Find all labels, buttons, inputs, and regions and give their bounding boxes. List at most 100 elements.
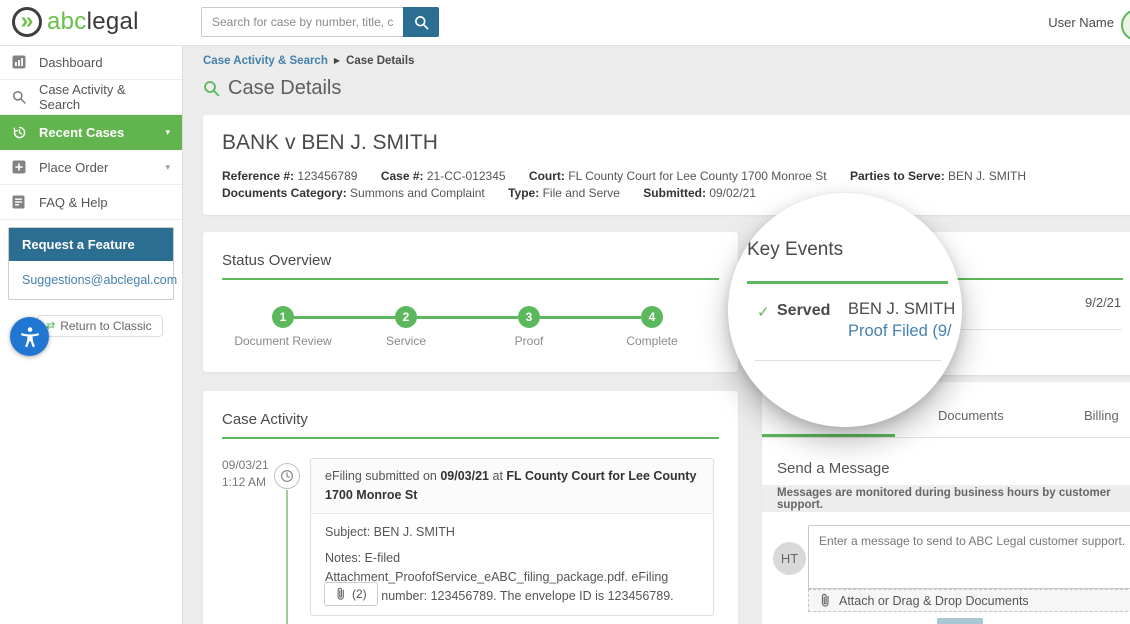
user-name[interactable]: User Name	[1048, 15, 1114, 30]
chevron-down-icon: ▾	[165, 162, 170, 173]
meta-label: Documents Category:	[222, 186, 347, 200]
key-events-title: Key Events	[747, 239, 843, 261]
accessibility-widget-button[interactable]	[10, 317, 49, 356]
breadcrumb: Case Activity & Search ▶ Case Details	[203, 55, 414, 67]
meta-value: 09/02/21	[709, 186, 756, 200]
key-event-date: 9/2/21	[1085, 295, 1121, 310]
panel-divider	[222, 278, 719, 280]
meta-value: 123456789	[297, 169, 357, 183]
meta-label: Submitted:	[643, 186, 706, 200]
send-message-title: Send a Message	[777, 460, 890, 477]
attach-dropzone[interactable]: Attach or Drag & Drop Documents	[808, 589, 1130, 612]
global-search	[201, 7, 439, 37]
tab-documents[interactable]: Documents	[938, 408, 1004, 423]
sidebar-item-dashboard[interactable]: Dashboard	[0, 45, 182, 80]
request-feature-box: Request a Feature Suggestions@abclegal.c…	[8, 227, 174, 300]
accessibility-icon	[18, 325, 42, 349]
meta-value: Summons and Complaint	[350, 186, 485, 200]
sidebar-item-label: Dashboard	[39, 55, 103, 70]
user-initials-avatar: HT	[773, 542, 806, 575]
attachments-button[interactable]: (2)	[324, 582, 378, 606]
sidebar-item-faq-help[interactable]: FAQ & Help	[0, 185, 182, 220]
step-label: Document Review	[218, 334, 348, 348]
step-circle-1: 1	[272, 306, 294, 328]
event-subject: Subject: BEN J. SMITH	[325, 525, 699, 539]
page-title: Case Details	[203, 77, 341, 100]
chevron-down-icon: ▾	[165, 127, 170, 138]
check-icon: ✓	[757, 303, 770, 321]
request-feature-title: Request a Feature	[9, 228, 173, 261]
case-meta: Reference #: 123456789 Case #: 21-CC-012…	[222, 168, 1125, 202]
step-label: Service	[341, 334, 471, 348]
meta-value: BEN J. SMITH	[948, 169, 1026, 183]
tab-billing[interactable]: Billing	[1084, 408, 1119, 423]
message-notice: Messages are monitored during business h…	[762, 485, 1130, 512]
paperclip-icon	[819, 593, 831, 608]
sidebar-item-recent-cases[interactable]: Recent Cases ▾	[0, 115, 182, 150]
activity-timestamp: 09/03/21 1:12 AM	[222, 457, 269, 491]
plus-square-icon	[12, 160, 29, 174]
breadcrumb-parent-link[interactable]: Case Activity & Search	[203, 55, 328, 67]
meta-label: Court:	[529, 169, 565, 183]
sidebar-item-label: Place Order	[39, 160, 108, 175]
meta-value: FL County Court for Lee County 1700 Monr…	[568, 169, 826, 183]
search-icon	[414, 15, 429, 30]
logo-chevron-icon: »	[12, 7, 42, 37]
case-meta-row2: Documents Category: Summons and Complain…	[222, 185, 1125, 202]
document-icon	[12, 195, 29, 209]
sidebar-item-place-order[interactable]: Place Order ▾	[0, 150, 182, 185]
breadcrumb-arrow-icon: ▶	[334, 56, 340, 65]
step-connector	[540, 316, 641, 319]
logo-wordmark: abclegal	[47, 8, 139, 36]
row-divider	[755, 360, 941, 361]
status-overview-title: Status Overview	[222, 252, 331, 269]
search-input[interactable]	[201, 7, 403, 37]
message-input[interactable]	[808, 525, 1130, 589]
meta-label: Type:	[508, 186, 539, 200]
status-overview-panel: Status Overview 1 2 3 4 Document Review …	[203, 232, 738, 372]
suggestions-email-link[interactable]: Suggestions@abclegal.com	[22, 273, 177, 287]
active-tab-indicator	[762, 434, 895, 437]
step-circle-2: 2	[395, 306, 417, 328]
meta-label: Reference #:	[222, 169, 294, 183]
send-button[interactable]	[937, 618, 983, 624]
attach-dropzone-label: Attach or Drag & Drop Documents	[839, 594, 1029, 608]
event-headline: eFiling submitted on 09/03/21 at FL Coun…	[311, 459, 713, 514]
meta-label: Parties to Serve:	[850, 169, 945, 183]
activity-date: 09/03/21	[222, 457, 269, 474]
sidebar-nav: Dashboard Case Activity & Search Recent …	[0, 45, 183, 624]
top-header: » abclegal User Name	[0, 0, 1130, 46]
search-button[interactable]	[403, 7, 439, 37]
case-title: BANK v BEN J. SMITH	[222, 131, 438, 155]
panel-divider	[222, 437, 719, 439]
activity-event-card: eFiling submitted on 09/03/21 at FL Coun…	[310, 458, 714, 616]
case-header-card: BANK v BEN J. SMITH Reference #: 1234567…	[203, 115, 1130, 215]
step-circle-3: 3	[518, 306, 540, 328]
served-person: BEN J. SMITH	[848, 300, 955, 319]
panel-divider	[747, 281, 948, 284]
abclegal-logo[interactable]: » abclegal	[12, 7, 139, 37]
avatar[interactable]	[1121, 9, 1130, 41]
dashboard-icon	[12, 55, 29, 69]
app-root: » abclegal User Name Dashboard Case A	[0, 0, 1130, 624]
search-icon	[12, 90, 29, 104]
step-circle-4: 4	[641, 306, 663, 328]
activity-time: 1:12 AM	[222, 474, 269, 491]
step-label: Complete	[587, 334, 717, 348]
proof-filed-link[interactable]: Proof Filed (9/	[848, 322, 952, 341]
sidebar-item-label: Case Activity & Search	[39, 82, 170, 112]
history-icon	[12, 125, 29, 140]
timeline-line	[286, 490, 288, 624]
magnifier-zoom-overlay: Key Events ✓ Served BEN J. SMITH Proof F…	[728, 193, 962, 427]
step-connector	[417, 316, 518, 319]
sidebar-item-case-activity-search[interactable]: Case Activity & Search	[0, 80, 182, 115]
meta-value: File and Serve	[543, 186, 620, 200]
step-label: Proof	[464, 334, 594, 348]
meta-label: Case #:	[381, 169, 424, 183]
breadcrumb-current: Case Details	[346, 55, 414, 67]
case-activity-title: Case Activity	[222, 411, 308, 428]
sidebar-item-label: FAQ & Help	[39, 195, 108, 210]
event-notes: Notes: E-filed Attachment_ProofofService…	[325, 549, 699, 607]
return-to-classic-button[interactable]: ⇄ Return to Classic	[37, 315, 163, 337]
paperclip-icon	[335, 587, 346, 601]
